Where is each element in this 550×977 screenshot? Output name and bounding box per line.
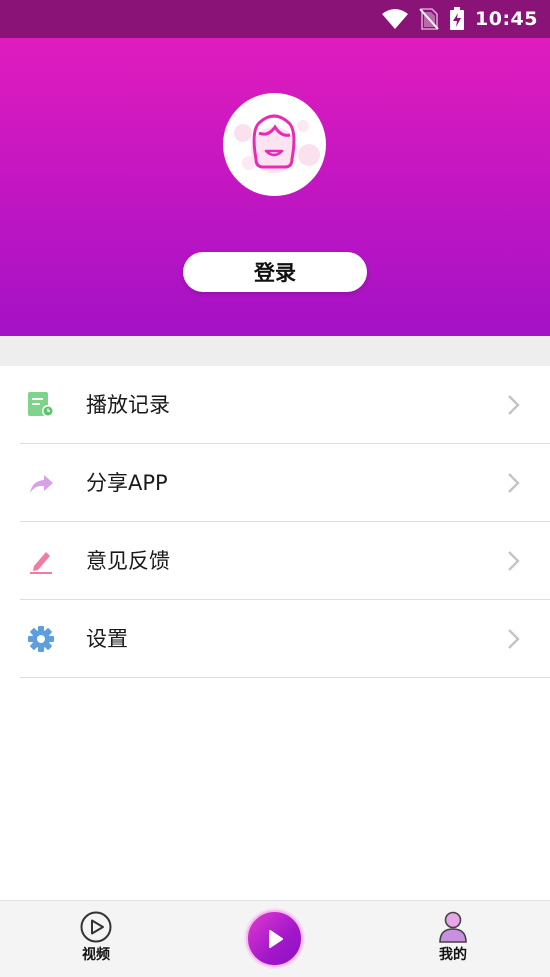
menu-item-label: 设置 [86,627,128,651]
video-play-circle-icon [80,911,112,943]
menu-list: 播放记录 分享APP 意见反馈 设置 [0,366,550,678]
status-bar: 10:45 [0,0,550,38]
chevron-right-icon [508,629,520,649]
tab-label: 我的 [439,947,467,963]
gear-icon [26,625,56,653]
play-history-icon [26,391,56,419]
chevron-right-icon [508,551,520,571]
profile-header: 登录 [0,38,550,336]
chevron-right-icon [508,395,520,415]
menu-item-label: 分享APP [86,471,168,495]
girl-avatar-icon [234,114,320,173]
tab-mine[interactable]: 我的 [393,901,513,977]
menu-item-share-app[interactable]: 分享APP [0,444,550,522]
tab-label: 视频 [82,947,110,963]
center-play-button[interactable] [246,910,303,967]
login-button[interactable]: 登录 [183,252,367,292]
menu-item-play-history[interactable]: 播放记录 [0,366,550,444]
menu-item-settings[interactable]: 设置 [0,600,550,678]
section-separator [0,336,550,366]
menu-item-label: 意见反馈 [86,549,170,573]
menu-item-label: 播放记录 [86,393,170,417]
divider [20,677,550,678]
no-sim-icon [419,8,439,30]
chevron-right-icon [508,473,520,493]
status-time: 10:45 [475,8,538,30]
play-icon [268,929,283,948]
avatar[interactable] [223,93,326,196]
profile-icon [439,911,467,943]
edit-pencil-icon [26,547,56,575]
menu-item-feedback[interactable]: 意见反馈 [0,522,550,600]
tab-video[interactable]: 视频 [36,901,156,977]
wifi-icon [382,9,409,29]
battery-charging-icon [450,7,465,30]
share-icon [26,469,56,497]
